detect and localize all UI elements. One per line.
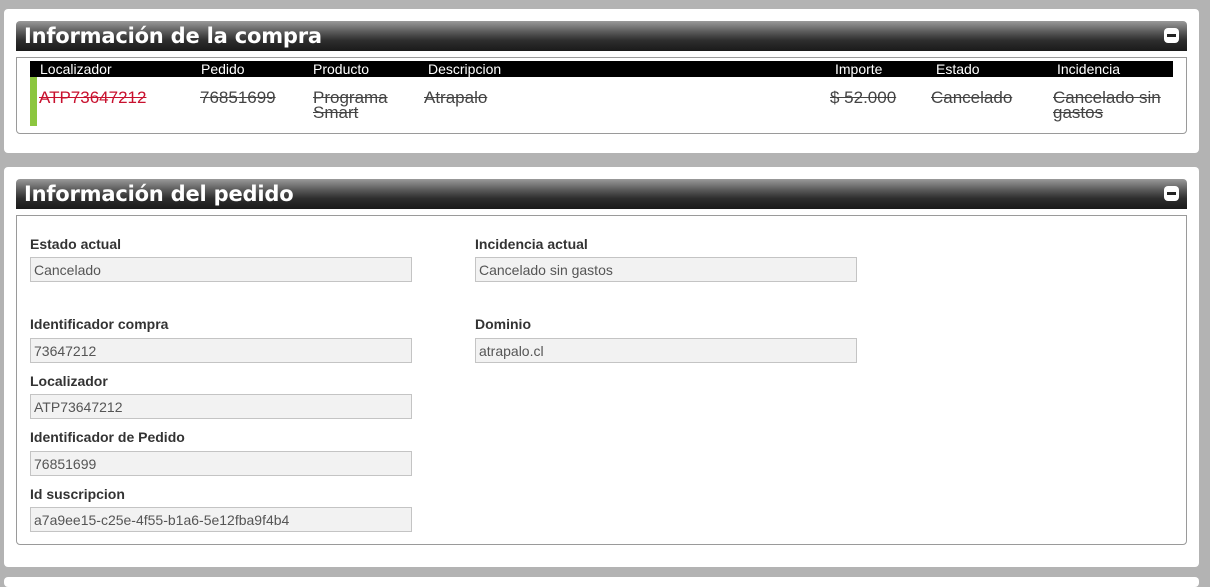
id-suscripcion-label: Id suscripcion — [30, 486, 125, 502]
row-estado: Cancelado — [931, 88, 1013, 107]
identificador-pedido-label: Identificador de Pedido — [30, 429, 185, 445]
row-descripcion: Atrapalo — [424, 88, 488, 107]
row-incidencia: Cancelado sin gastos — [1053, 89, 1161, 122]
col-header-descripcion[interactable]: Descripcion — [428, 61, 501, 78]
order-info-header[interactable]: Información del pedido — [16, 179, 1187, 209]
row-importe: $ 52.000 — [830, 88, 897, 107]
purchase-info-header[interactable]: Información de la compra — [16, 21, 1187, 51]
row-status-marker — [30, 77, 37, 126]
purchase-info-title: Información de la compra — [24, 24, 322, 48]
col-header-localizador[interactable]: Localizador — [40, 61, 112, 78]
row-pedido: 76851699 — [200, 88, 276, 107]
row-producto-line2: Smart — [313, 103, 359, 122]
identificador-compra-label: Identificador compra — [30, 316, 169, 332]
purchase-table: Localizador Pedido Producto Descripcion … — [16, 57, 1187, 134]
col-header-incidencia[interactable]: Incidencia — [1057, 61, 1120, 78]
col-header-importe[interactable]: Importe — [835, 61, 882, 78]
table-header: Localizador Pedido Producto Descripcion … — [30, 61, 1173, 77]
identificador-pedido-field[interactable] — [30, 451, 412, 476]
incidencia-actual-label: Incidencia actual — [475, 236, 588, 252]
purchase-info-panel: Información de la compra Localizador Ped… — [4, 9, 1199, 153]
order-info-form: Estado actual Incidencia actual Identifi… — [16, 215, 1187, 545]
incidencia-actual-field[interactable] — [475, 257, 857, 282]
col-header-pedido[interactable]: Pedido — [201, 61, 245, 78]
dominio-label: Dominio — [475, 316, 531, 332]
collapse-minus-icon[interactable] — [1164, 28, 1179, 43]
col-header-estado[interactable]: Estado — [936, 61, 980, 78]
next-panel-edge — [4, 577, 1199, 587]
row-producto: Programa Smart — [313, 89, 388, 122]
estado-actual-label: Estado actual — [30, 236, 122, 252]
identificador-compra-field[interactable] — [30, 338, 412, 363]
row-localizador-link[interactable]: ATP73647212 — [39, 89, 146, 106]
localizador-label: Localizador — [30, 373, 108, 389]
estado-actual-field[interactable] — [30, 257, 412, 282]
id-suscripcion-field[interactable] — [30, 507, 412, 532]
localizador-field[interactable] — [30, 394, 412, 419]
row-incidencia-line2: gastos — [1053, 103, 1104, 122]
collapse-minus-icon[interactable] — [1164, 186, 1179, 201]
col-header-producto[interactable]: Producto — [313, 61, 369, 78]
order-info-panel: Información del pedido Estado actual Inc… — [4, 167, 1199, 567]
order-info-title: Información del pedido — [24, 182, 294, 206]
dominio-field[interactable] — [475, 338, 857, 363]
